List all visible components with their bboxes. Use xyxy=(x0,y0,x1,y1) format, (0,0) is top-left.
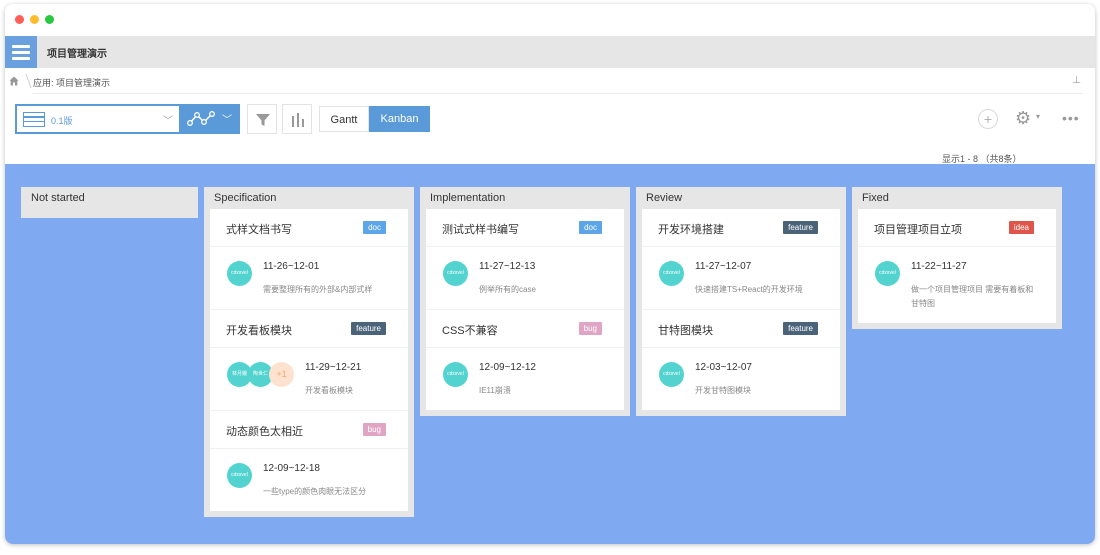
chart-button[interactable] xyxy=(282,104,312,134)
tag-badge: doc xyxy=(579,221,602,234)
column-implementation: Implementation 测试式样书编写 doc cdxsvel 11-27… xyxy=(420,187,630,416)
chevron-down-icon: ﹀ xyxy=(222,115,232,126)
task-card[interactable]: 开发看板模块 feature 林月娥 陶世仁 +1 11-29~12-21 开发… xyxy=(210,309,408,410)
pin-icon[interactable]: ⊥ xyxy=(1072,75,1081,86)
tag-badge: feature xyxy=(783,221,818,234)
avatar[interactable]: cdxsvel xyxy=(659,362,684,387)
card-date: 11-22~11-27 xyxy=(911,261,967,272)
card-description: IE11崩溃 xyxy=(479,386,511,395)
app-menu-icon[interactable] xyxy=(5,36,37,68)
card-description: 做一个项目管理项目 需要有着板和甘特图 xyxy=(911,285,1034,308)
divider xyxy=(33,93,1083,94)
card-date: 12-09~12-12 xyxy=(479,362,536,373)
column-title: Implementation xyxy=(430,192,506,204)
add-button[interactable]: + xyxy=(978,109,998,129)
task-card[interactable]: 动态颜色太相近 bug cdxsvel 12-09~12-18 一些type的颜… xyxy=(210,410,408,511)
breadcrumb: 应用: 项目管理演示 ⊥ xyxy=(5,68,1095,96)
card-title: 甘特图模块 xyxy=(658,325,713,337)
bar-chart-icon xyxy=(292,113,304,127)
filter-icon xyxy=(256,114,270,126)
breadcrumb-app-link[interactable]: 应用: 项目管理演示 xyxy=(33,76,110,89)
app-window: 项目管理演示 应用: 项目管理演示 ⊥ 0.1版 ﹀ ﹀ Gantt Kanba… xyxy=(5,4,1095,544)
card-date: 11-27~12-07 xyxy=(695,261,752,272)
chevron-down-icon: ﹀ xyxy=(163,116,173,127)
avatar[interactable]: cdxsvel xyxy=(227,463,252,488)
version-value: 0.1版 xyxy=(51,116,73,126)
column-specification: Specification 式样文档书写 doc cdxsvel 11-26~1… xyxy=(204,187,414,517)
card-title: 开发环境搭建 xyxy=(658,224,724,236)
column-not-started: Not started xyxy=(21,187,198,218)
version-select[interactable]: 0.1版 ﹀ xyxy=(15,104,181,134)
tab-kanban[interactable]: Kanban xyxy=(369,106,430,132)
avatar[interactable]: cdxsvel xyxy=(443,261,468,286)
task-card[interactable]: CSS不兼容 bug cdxsvel 12-09~12-12 IE11崩溃 xyxy=(426,309,624,410)
close-window-button[interactable] xyxy=(15,15,24,24)
tag-badge: doc xyxy=(363,221,386,234)
card-date: 11-27~12-13 xyxy=(479,261,536,272)
column-title: Not started xyxy=(31,192,85,204)
task-card[interactable]: 甘特图模块 feature cdxsvel 12-03~12-07 开发甘特图模… xyxy=(642,309,840,410)
gear-icon[interactable]: ⚙ xyxy=(1015,108,1031,129)
card-date: 12-03~12-07 xyxy=(695,362,752,373)
card-description: 需要整理所有的外部&内部式样 xyxy=(263,285,373,294)
card-description: 开发看板模块 xyxy=(305,386,353,395)
card-title: 式样文档书写 xyxy=(226,224,292,236)
avatar[interactable]: cdxsvel xyxy=(659,261,684,286)
filter-button[interactable] xyxy=(247,104,277,134)
column-title: Specification xyxy=(214,192,277,204)
minimize-window-button[interactable] xyxy=(30,15,39,24)
card-date: 12-09~12-18 xyxy=(263,463,320,474)
card-date: 11-26~12-01 xyxy=(263,261,320,272)
app-title: 项目管理演示 xyxy=(47,49,107,60)
tag-badge: idea xyxy=(1008,221,1034,234)
card-description: 开发甘特图模块 xyxy=(695,386,751,395)
task-card[interactable]: 式样文档书写 doc cdxsvel 11-26~12-01 需要整理所有的外部… xyxy=(210,209,408,309)
card-description: 例举所有的case xyxy=(479,285,536,294)
table-icon xyxy=(23,112,45,127)
more-members-badge[interactable]: +1 xyxy=(269,362,294,387)
task-card[interactable]: 开发环境搭建 feature cdxsvel 11-27~12-07 快速搭建T… xyxy=(642,209,840,309)
workflow-button[interactable]: ﹀ xyxy=(181,104,240,134)
card-title: CSS不兼容 xyxy=(442,325,498,337)
card-title: 测试式样书编写 xyxy=(442,224,519,236)
column-fixed: Fixed 项目管理项目立项 idea cdxsvel 11-22~11-27 … xyxy=(852,187,1062,329)
kanban-board: Not started Specification 式样文档书写 doc cdx… xyxy=(5,164,1095,544)
card-title: 开发看板模块 xyxy=(226,325,292,337)
card-title: 项目管理项目立项 xyxy=(874,224,962,236)
tag-badge: bug xyxy=(578,322,602,335)
maximize-window-button[interactable] xyxy=(45,15,54,24)
tab-gantt[interactable]: Gantt xyxy=(319,106,369,132)
avatar[interactable]: cdxsvel xyxy=(443,362,468,387)
window-titlebar xyxy=(5,4,1095,36)
tag-badge: feature xyxy=(783,322,818,335)
toolbar: 0.1版 ﹀ ﹀ Gantt Kanban + ⚙ ▾ ••• xyxy=(5,102,1095,136)
task-card[interactable]: 项目管理项目立项 idea cdxsvel 11-22~11-27 做一个项目管… xyxy=(858,209,1056,323)
tag-badge: bug xyxy=(362,423,386,436)
app-header: 项目管理演示 xyxy=(5,36,1095,68)
column-title: Review xyxy=(646,192,683,204)
card-date: 11-29~12-21 xyxy=(305,362,362,373)
more-icon[interactable]: ••• xyxy=(1062,110,1080,126)
chevron-down-icon[interactable]: ▾ xyxy=(1036,112,1040,121)
column-review: Review 开发环境搭建 feature cdxsvel 11-27~12-0… xyxy=(636,187,846,416)
card-title: 动态颜色太相近 xyxy=(226,426,303,438)
column-title: Fixed xyxy=(862,192,889,204)
workflow-icon xyxy=(187,111,215,126)
tag-badge: feature xyxy=(351,322,386,335)
card-description: 快速搭建TS+React的开发环境 xyxy=(695,285,803,294)
avatar[interactable]: cdxsvel xyxy=(875,261,900,286)
task-card[interactable]: 测试式样书编写 doc cdxsvel 11-27~12-13 例举所有的cas… xyxy=(426,209,624,309)
card-description: 一些type的颜色肉眼无法区分 xyxy=(263,487,367,496)
avatar[interactable]: cdxsvel xyxy=(227,261,252,286)
